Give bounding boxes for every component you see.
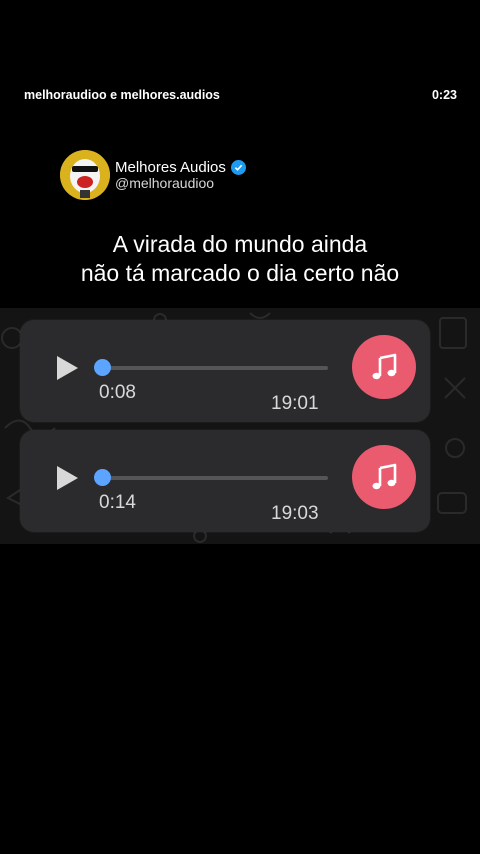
caption-line-2: não tá marcado o dia certo não bbox=[80, 260, 400, 286]
music-button[interactable] bbox=[352, 445, 416, 509]
top-bar: melhoraudioo e melhores.audios 0:23 bbox=[0, 84, 480, 108]
account-name-row: Melhores Audios bbox=[115, 159, 246, 176]
avatar[interactable] bbox=[60, 150, 110, 200]
play-icon[interactable] bbox=[55, 355, 79, 381]
play-icon[interactable] bbox=[55, 465, 79, 491]
message-time: 19:01 bbox=[271, 393, 319, 414]
audio-duration: 0:14 bbox=[99, 492, 136, 513]
audio-scrubber[interactable] bbox=[94, 469, 111, 486]
music-button[interactable] bbox=[352, 335, 416, 399]
music-note-icon bbox=[372, 353, 397, 380]
voice-message: 0:14 19:03 bbox=[20, 430, 430, 532]
audio-progress-track[interactable] bbox=[103, 366, 328, 370]
avatar-logo-icon bbox=[60, 150, 110, 200]
post-author[interactable]: melhoraudioo e melhores.audios bbox=[24, 88, 220, 102]
post-header: Melhores Audios @melhoraudioo bbox=[60, 150, 360, 204]
music-note-icon bbox=[372, 463, 397, 490]
message-time: 19:03 bbox=[271, 503, 319, 524]
voice-message: 0:08 19:01 bbox=[20, 320, 430, 422]
account-name[interactable]: Melhores Audios bbox=[115, 159, 226, 176]
verified-badge-icon bbox=[230, 160, 246, 175]
audio-progress-track[interactable] bbox=[103, 476, 328, 480]
audio-duration: 0:08 bbox=[99, 382, 136, 403]
caption: A virada do mundo ainda não tá marcado o… bbox=[0, 230, 480, 288]
video-time: 0:23 bbox=[431, 88, 457, 102]
account-handle[interactable]: @melhoraudioo bbox=[115, 175, 214, 191]
caption-line-1: A virada do mundo ainda bbox=[112, 231, 368, 257]
audio-scrubber[interactable] bbox=[94, 359, 111, 376]
